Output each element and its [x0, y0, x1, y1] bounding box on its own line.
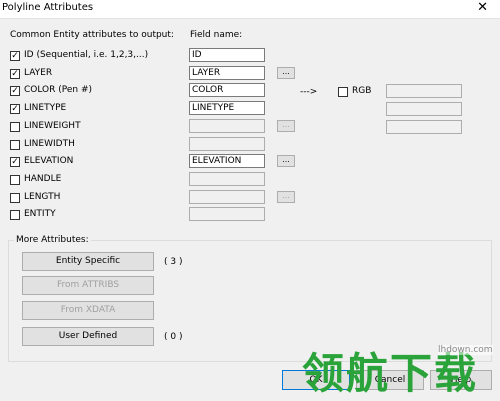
entity-specific-button[interactable]: Entity Specific	[22, 252, 154, 271]
label-id: ID (Sequential, i.e. 1,2,3,...)	[24, 50, 149, 60]
checkbox-linewidth[interactable]	[10, 140, 20, 150]
rgb-field-3[interactable]	[386, 120, 462, 134]
user-defined-count: ( 0 )	[164, 332, 183, 342]
field-id[interactable]: ID	[189, 48, 265, 62]
label-entity: ENTITY	[24, 209, 56, 219]
field-elevation[interactable]: ELEVATION	[189, 154, 265, 168]
rgb-checkbox[interactable]	[338, 87, 348, 97]
label-lineweight: LINEWEIGHT	[24, 121, 81, 131]
checkbox-color[interactable]: ✓	[10, 86, 20, 96]
browse-button-layer[interactable]: ...	[277, 67, 295, 79]
close-icon[interactable]: ✕	[477, 1, 488, 15]
field-length[interactable]	[189, 190, 265, 204]
rgb-field-1[interactable]	[386, 84, 462, 98]
common-attributes-header: Common Entity attributes to output:	[10, 30, 174, 40]
field-entity[interactable]	[189, 207, 265, 221]
rgb-field-2[interactable]	[386, 102, 462, 116]
from-attribs-button[interactable]: From ATTRIBS	[22, 276, 154, 295]
label-color: COLOR (Pen #)	[24, 85, 93, 95]
user-defined-button[interactable]: User Defined	[22, 327, 154, 346]
label-linetype: LINETYPE	[24, 103, 67, 113]
label-linewidth: LINEWIDTH	[24, 139, 75, 149]
label-handle: HANDLE	[24, 174, 62, 184]
label-elevation: ELEVATION	[24, 156, 74, 166]
checkbox-length[interactable]	[10, 193, 20, 203]
checkbox-lineweight[interactable]	[10, 122, 20, 132]
browse-button-elevation[interactable]: ...	[277, 155, 295, 167]
more-attributes-title: More Attributes:	[14, 235, 91, 245]
checkbox-layer[interactable]: ✓	[10, 69, 20, 79]
title-bar: Polyline Attributes ✕	[0, 0, 500, 19]
checkbox-id[interactable]: ✓	[10, 51, 20, 61]
checkbox-linetype[interactable]: ✓	[10, 104, 20, 114]
field-name-header: Field name:	[190, 30, 243, 40]
field-linewidth[interactable]	[189, 137, 265, 151]
rgb-arrow: --->	[300, 87, 318, 97]
from-xdata-button[interactable]: From XDATA	[22, 301, 154, 320]
label-layer: LAYER	[24, 68, 53, 78]
field-color[interactable]: COLOR	[189, 83, 265, 97]
checkbox-handle[interactable]	[10, 175, 20, 185]
entity-specific-count: ( 3 )	[164, 257, 183, 267]
browse-button-lineweight[interactable]: ...	[277, 120, 295, 132]
checkbox-entity[interactable]	[10, 210, 20, 220]
window-title: Polyline Attributes	[2, 2, 94, 13]
rgb-label: RGB	[352, 86, 372, 96]
field-layer[interactable]: LAYER	[189, 66, 265, 80]
field-handle[interactable]	[189, 172, 265, 186]
checkbox-elevation[interactable]: ✓	[10, 157, 20, 167]
watermark-url: lhdown.com	[438, 345, 493, 355]
browse-button-length[interactable]: ...	[277, 191, 295, 203]
field-lineweight[interactable]	[189, 119, 265, 133]
label-length: LENGTH	[24, 192, 61, 202]
field-linetype[interactable]: LINETYPE	[189, 101, 265, 115]
